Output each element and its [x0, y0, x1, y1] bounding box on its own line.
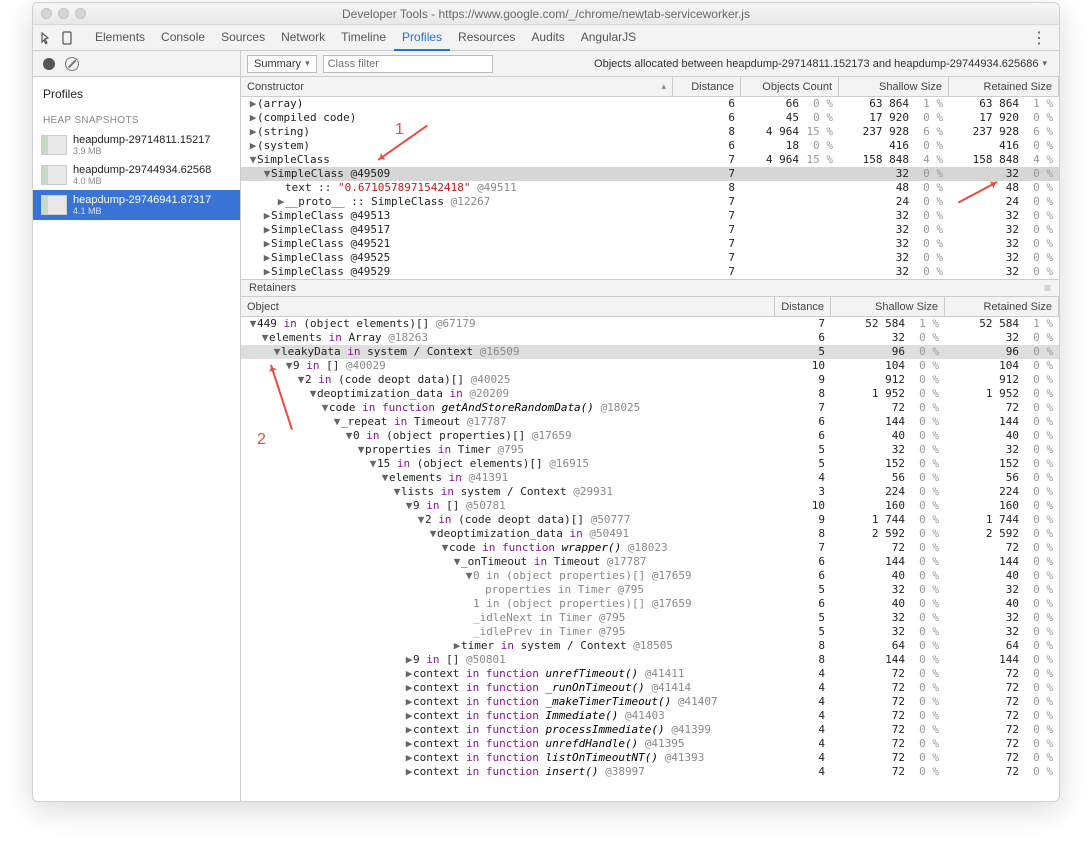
sidebar-title: Profiles: [33, 83, 240, 105]
view-select[interactable]: Summary: [247, 55, 317, 73]
retainers-rows[interactable]: ▼449 in (object elements)[] @67179 7 52 …: [241, 317, 1059, 801]
retainers-header-bar[interactable]: Retainers ≡: [241, 279, 1059, 297]
col-retained-size[interactable]: Retained Size: [949, 77, 1059, 96]
tab-console[interactable]: Console: [153, 25, 213, 51]
retainer-row[interactable]: ▼_repeat in Timeout @17787 6 1440 %1440 …: [241, 415, 1059, 429]
window-title: Developer Tools - https://www.google.com…: [33, 7, 1059, 21]
col-constructor[interactable]: Constructor: [241, 77, 673, 96]
constructor-row[interactable]: text :: "0.6710578971542418" @49511 8 48…: [241, 181, 1059, 195]
constructor-row[interactable]: ▶SimpleClass @49529 7 320 %320 %: [241, 265, 1059, 279]
retainer-row[interactable]: 1 in (object properties)[] @17659 6 400 …: [241, 597, 1059, 611]
retainer-row[interactable]: properties in Timer @795 5 320 %320 %: [241, 583, 1059, 597]
retainer-row[interactable]: ▼_onTimeout in Timeout @17787 6 1440 %14…: [241, 555, 1059, 569]
retainers-header[interactable]: Object Distance Shallow Size Retained Si…: [241, 297, 1059, 317]
retainer-row[interactable]: ▼code in function getAndStoreRandomData(…: [241, 401, 1059, 415]
col-r-distance[interactable]: Distance: [775, 297, 831, 316]
tab-profiles[interactable]: Profiles: [394, 25, 450, 51]
retainer-row[interactable]: ▶context in function listOnTimeoutNT() @…: [241, 751, 1059, 765]
tab-angularjs[interactable]: AngularJS: [573, 25, 644, 51]
constructor-row[interactable]: ▼SimpleClass 7 4 96415 %158 8484 %158 84…: [241, 153, 1059, 167]
tab-resources[interactable]: Resources: [450, 25, 523, 51]
snapshot-thumb-icon: [41, 165, 67, 185]
device-mode-icon[interactable]: [59, 30, 75, 46]
devtools-toolbar: ElementsConsoleSourcesNetworkTimelinePro…: [33, 25, 1059, 51]
inspect-icon[interactable]: [39, 30, 55, 46]
retainer-row[interactable]: ▶context in function unrefdHandle() @413…: [241, 737, 1059, 751]
tab-network[interactable]: Network: [273, 25, 333, 51]
panel-tabs: ElementsConsoleSourcesNetworkTimelinePro…: [87, 25, 644, 51]
retainer-row[interactable]: ▼leakyData in system / Context @16509 5 …: [241, 345, 1059, 359]
retainer-row[interactable]: ▼elements in @41391 4 560 %560 %: [241, 471, 1059, 485]
record-button[interactable]: [43, 58, 55, 70]
constructor-row[interactable]: ▼SimpleClass @49509 7 320 %320 %: [241, 167, 1059, 181]
col-shallow-size[interactable]: Shallow Size: [839, 77, 949, 96]
heap-snapshot-item[interactable]: heapdump-29744934.62568 4.0 MB: [33, 160, 240, 190]
retainer-row[interactable]: ▶context in function _runOnTimeout() @41…: [241, 681, 1059, 695]
snapshot-thumb-icon: [41, 135, 67, 155]
retainer-row[interactable]: ▶9 in [] @50801 8 1440 %1440 %: [241, 653, 1059, 667]
devtools-window: Developer Tools - https://www.google.com…: [32, 2, 1060, 802]
constructors-rows[interactable]: ▶(array) 6 660 %63 8641 %63 8641 %▶(comp…: [241, 97, 1059, 279]
constructor-row[interactable]: ▶(array) 6 660 %63 8641 %63 8641 %: [241, 97, 1059, 111]
profiles-subbar: Summary Objects allocated between heapdu…: [33, 51, 1059, 77]
retainer-row[interactable]: _idlePrev in Timer @795 5 320 %320 %: [241, 625, 1059, 639]
clear-button[interactable]: [65, 57, 79, 71]
retainer-row[interactable]: ▼449 in (object elements)[] @67179 7 52 …: [241, 317, 1059, 331]
retainer-row[interactable]: ▶context in function processImmediate() …: [241, 723, 1059, 737]
retainer-row[interactable]: ▼deoptimization_data in @20209 8 1 9520 …: [241, 387, 1059, 401]
tab-timeline[interactable]: Timeline: [333, 25, 394, 51]
constructor-row[interactable]: ▶__proto__ :: SimpleClass @12267 7 240 %…: [241, 195, 1059, 209]
retainer-row[interactable]: _idleNext in Timer @795 5 320 %320 %: [241, 611, 1059, 625]
retainer-row[interactable]: ▼0 in (object properties)[] @17659 6 400…: [241, 429, 1059, 443]
retainer-row[interactable]: ▼properties in Timer @795 5 320 %320 %: [241, 443, 1059, 457]
retainer-row[interactable]: ▼deoptimization_data in @50491 8 2 5920 …: [241, 527, 1059, 541]
comparison-select[interactable]: Objects allocated between heapdump-29714…: [588, 58, 1053, 70]
retainer-row[interactable]: ▼lists in system / Context @29931 3 2240…: [241, 485, 1059, 499]
main-panel: Constructor Distance Objects Count Shall…: [241, 77, 1059, 801]
retainer-row[interactable]: ▶context in function insert() @38997 4 7…: [241, 765, 1059, 779]
tab-sources[interactable]: Sources: [213, 25, 273, 51]
heap-snapshot-item[interactable]: heapdump-29746941.87317 4.1 MB: [33, 190, 240, 220]
retainer-row[interactable]: ▶context in function _makeTimerTimeout()…: [241, 695, 1059, 709]
col-r-shallow[interactable]: Shallow Size: [831, 297, 945, 316]
tab-elements[interactable]: Elements: [87, 25, 153, 51]
retainer-row[interactable]: ▼2 in (code deopt data)[] @40025 9 9120 …: [241, 373, 1059, 387]
heap-snapshot-item[interactable]: heapdump-29714811.15217 3.9 MB: [33, 130, 240, 160]
constructor-row[interactable]: ▶SimpleClass @49521 7 320 %320 %: [241, 237, 1059, 251]
more-menu-icon[interactable]: ⋮: [1025, 28, 1053, 48]
constructor-row[interactable]: ▶(system) 6 180 %4160 %4160 %: [241, 139, 1059, 153]
constructors-header[interactable]: Constructor Distance Objects Count Shall…: [241, 77, 1059, 97]
retainer-row[interactable]: ▼code in function wrapper() @18023 7 720…: [241, 541, 1059, 555]
retainer-row[interactable]: ▼9 in [] @50781 10 1600 %1600 %: [241, 499, 1059, 513]
constructor-row[interactable]: ▶(string) 8 4 96415 %237 9286 %237 9286 …: [241, 125, 1059, 139]
retainer-row[interactable]: ▼elements in Array @18263 6 320 %320 %: [241, 331, 1059, 345]
col-objects-count[interactable]: Objects Count: [741, 77, 839, 96]
col-r-retained[interactable]: Retained Size: [945, 297, 1059, 316]
retainer-row[interactable]: ▶context in function Immediate() @41403 …: [241, 709, 1059, 723]
constructor-row[interactable]: ▶(compiled code) 6 450 %17 9200 %17 9200…: [241, 111, 1059, 125]
retainer-row[interactable]: ▼2 in (code deopt data)[] @50777 9 1 744…: [241, 513, 1059, 527]
class-filter-input[interactable]: [323, 55, 493, 73]
retainer-row[interactable]: ▶context in function unrefTimeout() @414…: [241, 667, 1059, 681]
snapshot-thumb-icon: [41, 195, 67, 215]
retainers-menu-icon[interactable]: ≡: [1044, 281, 1051, 295]
retainer-row[interactable]: ▼9 in [] @40029 10 1040 %1040 %: [241, 359, 1059, 373]
retainer-row[interactable]: ▼0 in (object properties)[] @17659 6 400…: [241, 569, 1059, 583]
profiles-sidebar: Profiles HEAP SNAPSHOTS heapdump-2971481…: [33, 77, 241, 801]
retainers-title: Retainers: [249, 282, 296, 294]
retainer-row[interactable]: ▼15 in (object elements)[] @16915 5 1520…: [241, 457, 1059, 471]
constructor-row[interactable]: ▶SimpleClass @49525 7 320 %320 %: [241, 251, 1059, 265]
constructor-row[interactable]: ▶SimpleClass @49513 7 320 %320 %: [241, 209, 1059, 223]
retainer-row[interactable]: ▶timer in system / Context @18505 8 640 …: [241, 639, 1059, 653]
constructor-row[interactable]: ▶SimpleClass @49517 7 320 %320 %: [241, 223, 1059, 237]
tab-audits[interactable]: Audits: [523, 25, 572, 51]
col-object[interactable]: Object: [241, 297, 775, 316]
titlebar: Developer Tools - https://www.google.com…: [33, 3, 1059, 25]
sidebar-heading: HEAP SNAPSHOTS: [33, 105, 240, 130]
col-distance[interactable]: Distance: [673, 77, 741, 96]
